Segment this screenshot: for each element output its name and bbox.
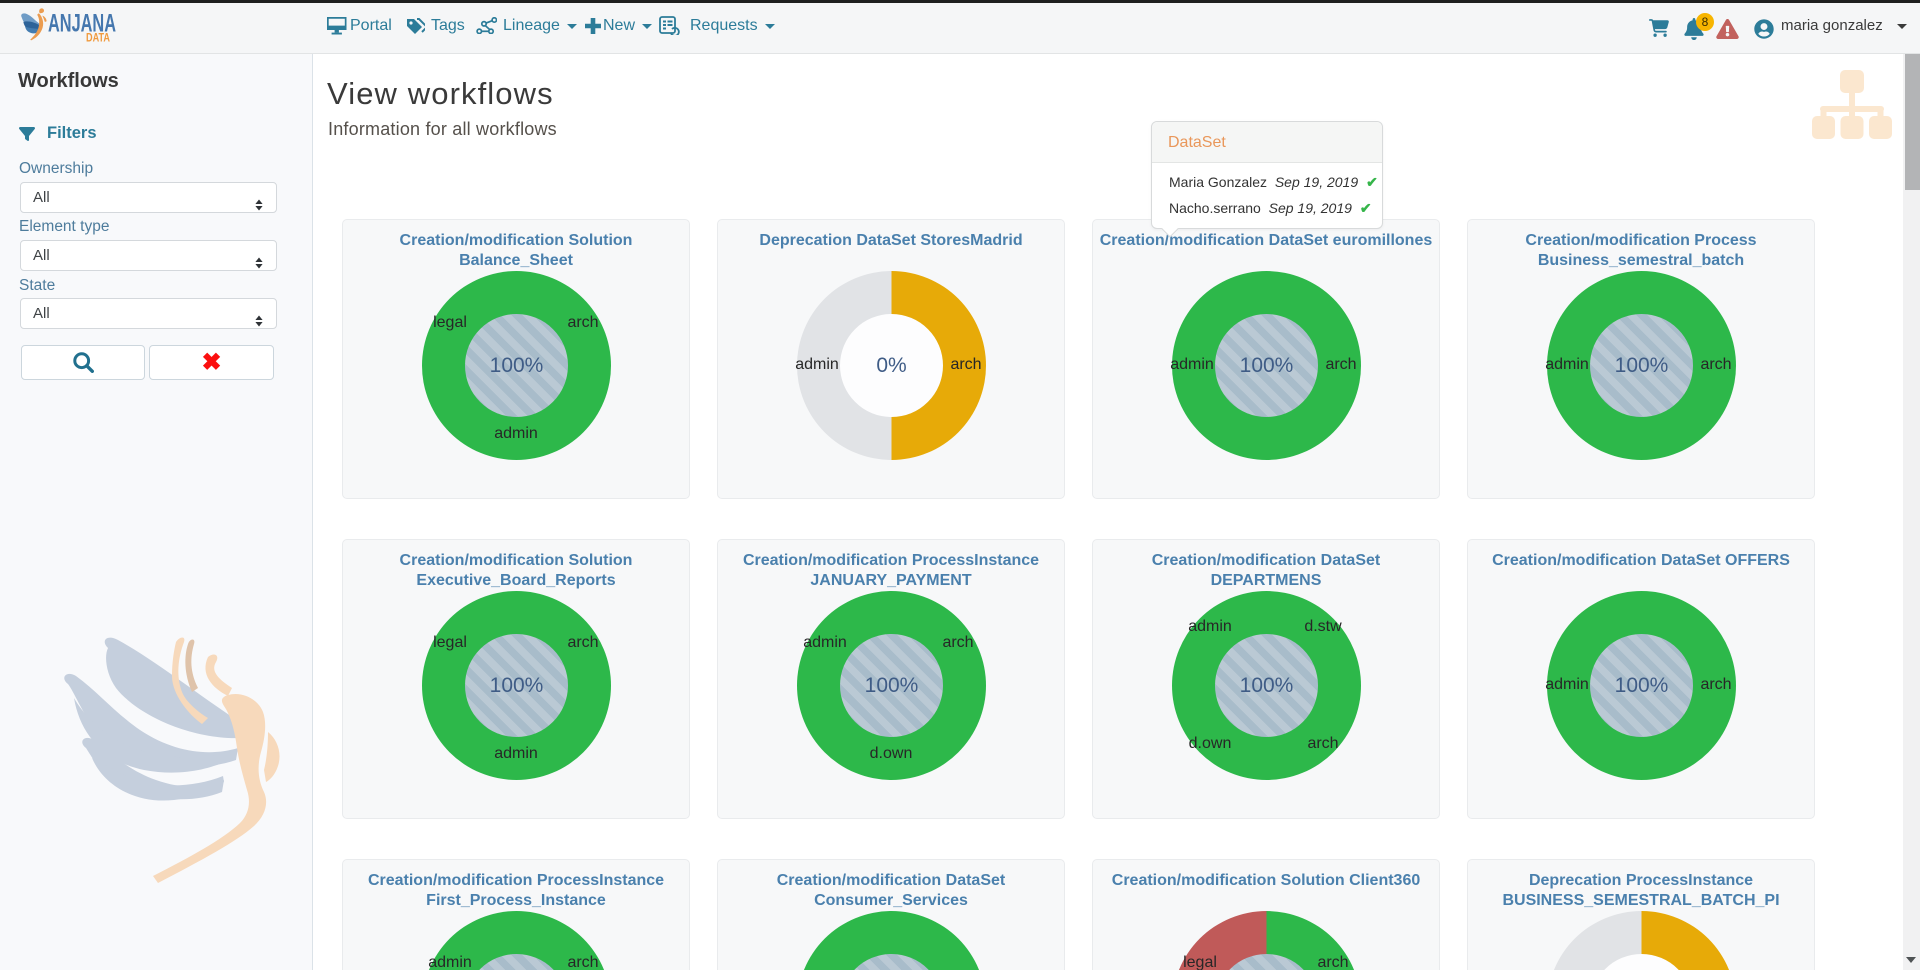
svg-text:DATA: DATA [86,33,110,45]
